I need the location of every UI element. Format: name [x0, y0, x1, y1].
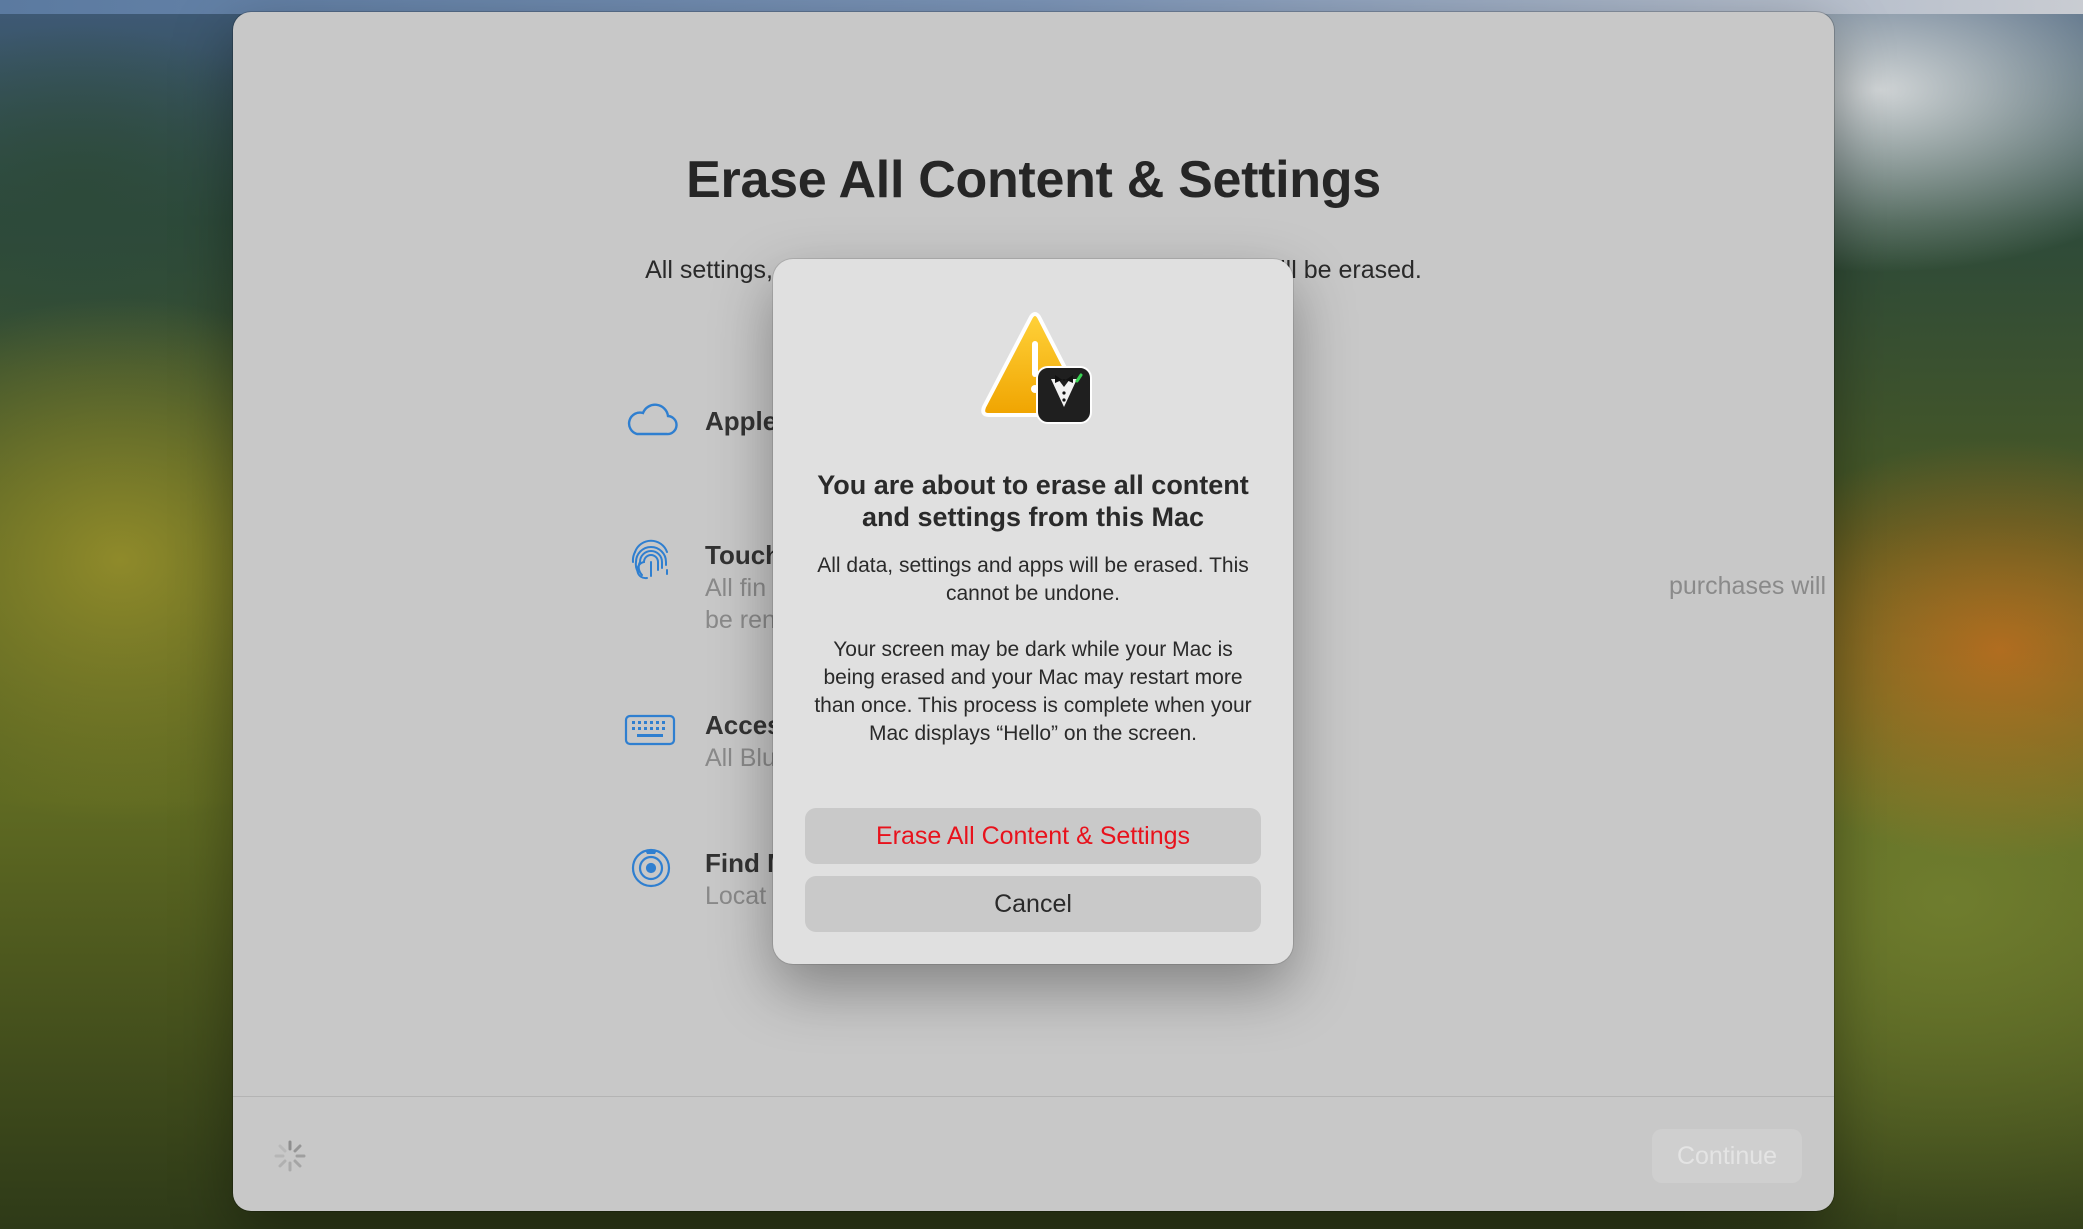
item-description-right: purchases will	[1669, 572, 1827, 600]
dialog-message-warning: All data, settings and apps will be eras…	[817, 554, 1249, 605]
cancel-button[interactable]: Cancel	[805, 876, 1261, 932]
spinner-icon	[273, 1139, 307, 1173]
fingerprint-icon	[623, 530, 679, 586]
warning-butler-icon	[973, 311, 1098, 426]
item-title: Acces	[705, 710, 782, 740]
item-title: Apple	[705, 406, 778, 436]
item-title: Touch	[705, 540, 782, 570]
item-description-text: All fin be ren	[705, 574, 776, 634]
erase-all-button[interactable]: Erase All Content & Settings	[805, 808, 1261, 864]
dialog-message-details: Your screen may be dark while your Mac i…	[814, 638, 1252, 745]
continue-button[interactable]: Continue	[1652, 1129, 1802, 1183]
cloud-icon	[623, 392, 679, 448]
keyboard-icon	[623, 702, 679, 758]
find-my-icon	[623, 838, 679, 894]
dialog-message: All data, settings and apps will be eras…	[813, 552, 1253, 776]
page-title: Erase All Content & Settings	[686, 151, 1381, 209]
erase-confirmation-dialog: You are about to erase all content and s…	[773, 259, 1293, 964]
dialog-title: You are about to erase all content and s…	[817, 470, 1249, 532]
window-footer: Continue	[233, 1096, 1834, 1211]
